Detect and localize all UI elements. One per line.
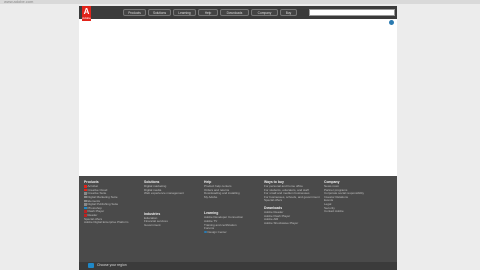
footer-help-column: Help Product help centers Orders and ret… bbox=[204, 180, 243, 234]
footer-link[interactable]: Adobe Shockwave Player bbox=[264, 221, 320, 226]
footer-solutions-column: Solutions Digital marketing Digital medi… bbox=[144, 180, 184, 228]
flash-player-icon bbox=[84, 210, 87, 213]
footer-link[interactable]: Adobe Digital Enterprise Platform bbox=[84, 221, 128, 225]
adobe-logo-word: Adobe bbox=[82, 16, 91, 20]
footer-link[interactable]: Government bbox=[144, 223, 184, 228]
nav-products[interactable]: Products bbox=[123, 9, 146, 16]
nav-help[interactable]: Help bbox=[198, 9, 218, 16]
search-input[interactable] bbox=[309, 9, 395, 16]
footer-company-column: Company News room Partner programs Corpo… bbox=[324, 180, 364, 214]
address-bar-url[interactable]: www.adobe.com bbox=[4, 0, 33, 4]
footer-link[interactable]: Contact Adobe bbox=[324, 210, 364, 214]
digital-marketing-icon bbox=[84, 195, 87, 199]
site-footer: Products Acrobat Creative Cloud Creative… bbox=[79, 176, 397, 270]
nav-downloads[interactable]: Downloads bbox=[220, 9, 249, 16]
nav-solutions[interactable]: Solutions bbox=[148, 9, 171, 16]
creative-suite-icon bbox=[84, 192, 87, 195]
footer-link[interactable]: Design Center bbox=[204, 230, 243, 235]
browser-address-strip: www.adobe.com bbox=[0, 0, 480, 4]
footer-ways-column: Ways to buy For personal and home office… bbox=[264, 180, 320, 225]
nav-learning[interactable]: Learning bbox=[173, 9, 196, 16]
footer-link[interactable]: My Adobe bbox=[204, 195, 243, 200]
nav-company[interactable]: Company bbox=[251, 9, 278, 16]
elements-icon bbox=[84, 199, 87, 203]
top-navigation-bar: A Adobe Products Solutions Learning Help… bbox=[79, 6, 397, 21]
acrobat-icon bbox=[84, 185, 87, 188]
footer-products-column: Products Acrobat Creative Cloud Creative… bbox=[84, 180, 128, 225]
digital-publishing-icon bbox=[84, 203, 87, 206]
adobe-logo[interactable]: A Adobe bbox=[82, 6, 91, 21]
adobe-logo-mark: A bbox=[83, 7, 90, 16]
globe-icon[interactable] bbox=[389, 20, 394, 25]
choose-region-link[interactable]: Choose your region bbox=[97, 263, 127, 268]
footer-link[interactable]: Web experience management bbox=[144, 192, 184, 196]
nav-buy[interactable]: Buy bbox=[280, 9, 297, 16]
footer-link[interactable]: Special offers bbox=[264, 199, 320, 203]
region-flag-icon bbox=[88, 263, 94, 268]
photoshop-icon bbox=[84, 206, 87, 210]
design-center-icon bbox=[204, 230, 207, 234]
creative-cloud-icon bbox=[84, 188, 87, 192]
